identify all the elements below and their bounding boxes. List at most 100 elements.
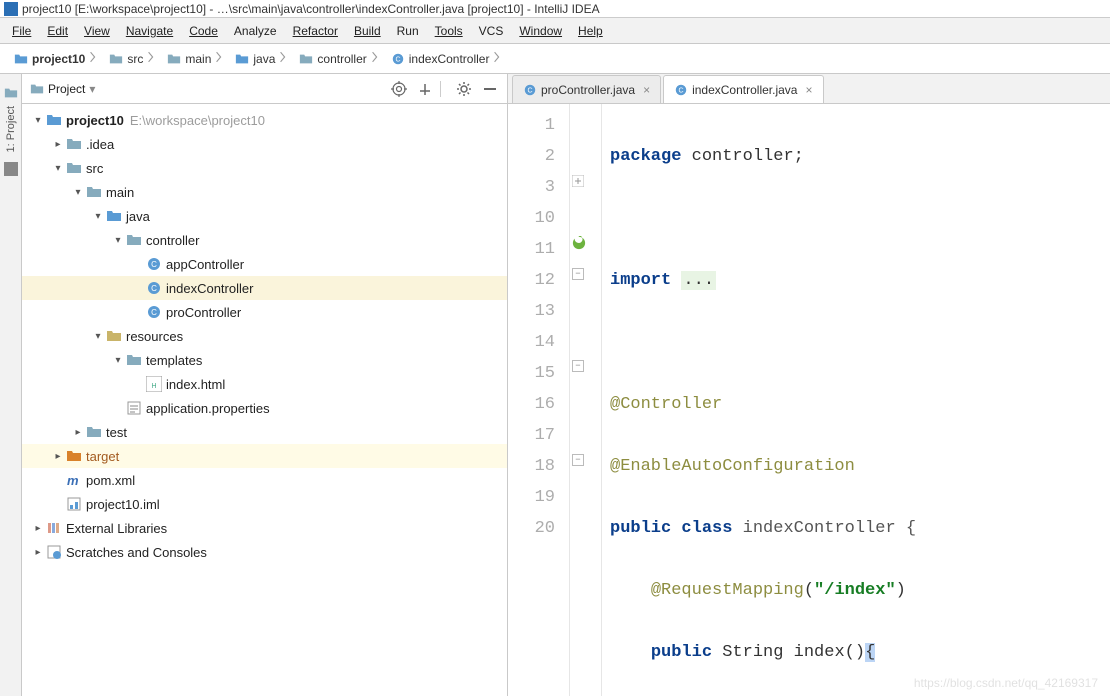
tool-window-tab-project[interactable]: 1: Project [0, 80, 22, 158]
tree-node--idea[interactable]: ▸ .idea [22, 132, 507, 156]
tree-node-label: appController [166, 257, 244, 272]
menu-window[interactable]: Window [511, 21, 570, 41]
tree-node-project10-iml[interactable]: project10.iml [22, 492, 507, 516]
fold-expand-icon[interactable] [572, 174, 586, 188]
tree-node-target[interactable]: ▸ target [22, 444, 507, 468]
tree-node-resources[interactable]: ▾resources [22, 324, 507, 348]
expand-arrow[interactable]: ▾ [90, 211, 106, 222]
expand-arrow[interactable]: ▾ [90, 331, 106, 342]
class-icon [146, 304, 162, 320]
menu-edit[interactable]: Edit [39, 21, 76, 41]
breadcrumb-project[interactable]: project10 [10, 48, 105, 70]
menu-code[interactable]: Code [181, 21, 226, 41]
breadcrumb-main[interactable]: main [163, 48, 231, 70]
expand-arrow[interactable]: ▾ [50, 163, 66, 174]
breadcrumb-src[interactable]: src [105, 48, 163, 70]
breadcrumb-java[interactable]: java [231, 48, 295, 70]
menu-run[interactable]: Run [389, 21, 427, 41]
menu-refactor[interactable]: Refactor [285, 21, 346, 41]
class-icon [146, 256, 162, 272]
tree-node-label: External Libraries [66, 521, 167, 536]
tree-node-main[interactable]: ▾ main [22, 180, 507, 204]
tree-node-scratches-and-consoles[interactable]: ▸Scratches and Consoles [22, 540, 507, 564]
panel-title: Project [48, 82, 85, 96]
tree-node-pom-xml[interactable]: m pom.xml [22, 468, 507, 492]
tree-node-project10[interactable]: ▾project10 E:\workspace\project10 [22, 108, 507, 132]
tree-node-java[interactable]: ▾java [22, 204, 507, 228]
code-editor[interactable]: 1231011121314151617181920 − − − package … [508, 104, 1110, 696]
breadcrumb-class[interactable]: indexController [387, 48, 510, 70]
tree-node-src[interactable]: ▾src [22, 156, 507, 180]
menu-analyze[interactable]: Analyze [226, 21, 285, 41]
navigation-bar: project10 src main java controller index… [0, 44, 1110, 74]
fold-collapse-icon[interactable]: − [572, 454, 584, 466]
expand-arrow[interactable]: ▸ [50, 451, 66, 462]
tree-node-label: pom.xml [86, 473, 135, 488]
chevron-right-icon [371, 50, 379, 67]
tree-node-application-properties[interactable]: application.properties [22, 396, 507, 420]
fold-gutter: − − − [570, 104, 602, 696]
menu-file[interactable]: File [4, 21, 39, 41]
tree-node-test[interactable]: ▸test [22, 420, 507, 444]
svg-text:m: m [67, 473, 79, 488]
expand-arrow[interactable]: ▾ [110, 355, 126, 366]
breadcrumb-label: indexController [409, 52, 490, 66]
fold-collapse-icon[interactable]: − [572, 360, 584, 372]
expand-arrow[interactable]: ▾ [110, 235, 126, 246]
folder-icon [167, 52, 181, 66]
project-tree[interactable]: ▾project10 E:\workspace\project10 ▸ .idea ▾… [22, 104, 507, 696]
editor-tab-indexcontroller[interactable]: indexController.java × [663, 75, 823, 103]
folder-icon [235, 52, 249, 66]
expand-arrow[interactable]: ▾ [30, 115, 46, 126]
hide-button[interactable] [481, 80, 499, 98]
tree-node-appcontroller[interactable]: appController [22, 252, 507, 276]
tool-window-tab-structure[interactable] [4, 162, 18, 176]
dropdown-icon[interactable]: ▾ [89, 82, 95, 96]
expand-arrow[interactable]: ▸ [30, 523, 46, 534]
expand-arrow[interactable]: ▸ [30, 547, 46, 558]
tree-node-indexcontroller[interactable]: indexController [22, 276, 507, 300]
module-icon [66, 496, 82, 512]
chevron-right-icon [147, 50, 155, 67]
menu-help[interactable]: Help [570, 21, 611, 41]
chevron-right-icon [89, 50, 97, 67]
project-panel-header: Project ▾ [22, 74, 507, 104]
breadcrumb-label: src [127, 52, 143, 66]
editor-tabs: proController.java × indexController.jav… [508, 74, 1110, 104]
settings-button[interactable] [455, 80, 473, 98]
expand-arrow[interactable]: ▸ [70, 427, 86, 438]
close-icon[interactable]: × [643, 83, 650, 97]
tree-node-index-html[interactable]: Hindex.html [22, 372, 507, 396]
menu-navigate[interactable]: Navigate [118, 21, 181, 41]
close-icon[interactable]: × [805, 83, 812, 97]
folder-res-icon [106, 328, 122, 344]
collapse-all-button[interactable] [416, 80, 434, 98]
tree-node-label: target [86, 449, 119, 464]
menu-tools[interactable]: Tools [427, 21, 471, 41]
html-icon: H [146, 376, 162, 392]
tree-node-label: controller [146, 233, 199, 248]
tree-node-label: main [106, 185, 134, 200]
expand-arrow[interactable]: ▾ [70, 187, 86, 198]
expand-arrow[interactable]: ▸ [50, 139, 66, 150]
fold-collapse-icon[interactable]: − [572, 268, 584, 280]
tree-node-path: E:\workspace\project10 [130, 113, 265, 128]
menu-vcs[interactable]: VCS [471, 21, 512, 41]
menu-view[interactable]: View [76, 21, 118, 41]
tree-node-procontroller[interactable]: proController [22, 300, 507, 324]
tree-node-label: templates [146, 353, 202, 368]
breadcrumb-label: main [185, 52, 211, 66]
props-icon [126, 400, 142, 416]
spring-gutter-icon[interactable] [572, 236, 586, 250]
scroll-from-source-button[interactable] [390, 80, 408, 98]
menu-build[interactable]: Build [346, 21, 389, 41]
tree-node-label: .idea [86, 137, 114, 152]
editor-tab-procontroller[interactable]: proController.java × [512, 75, 661, 103]
tree-node-external-libraries[interactable]: ▸ External Libraries [22, 516, 507, 540]
tree-node-controller[interactable]: ▾ controller [22, 228, 507, 252]
project-icon [14, 52, 28, 66]
tree-node-templates[interactable]: ▾ templates [22, 348, 507, 372]
code-content[interactable]: package controller; import ... @Controll… [602, 104, 1110, 696]
breadcrumb-controller[interactable]: controller [295, 48, 386, 70]
folder-dim-icon [66, 160, 82, 176]
